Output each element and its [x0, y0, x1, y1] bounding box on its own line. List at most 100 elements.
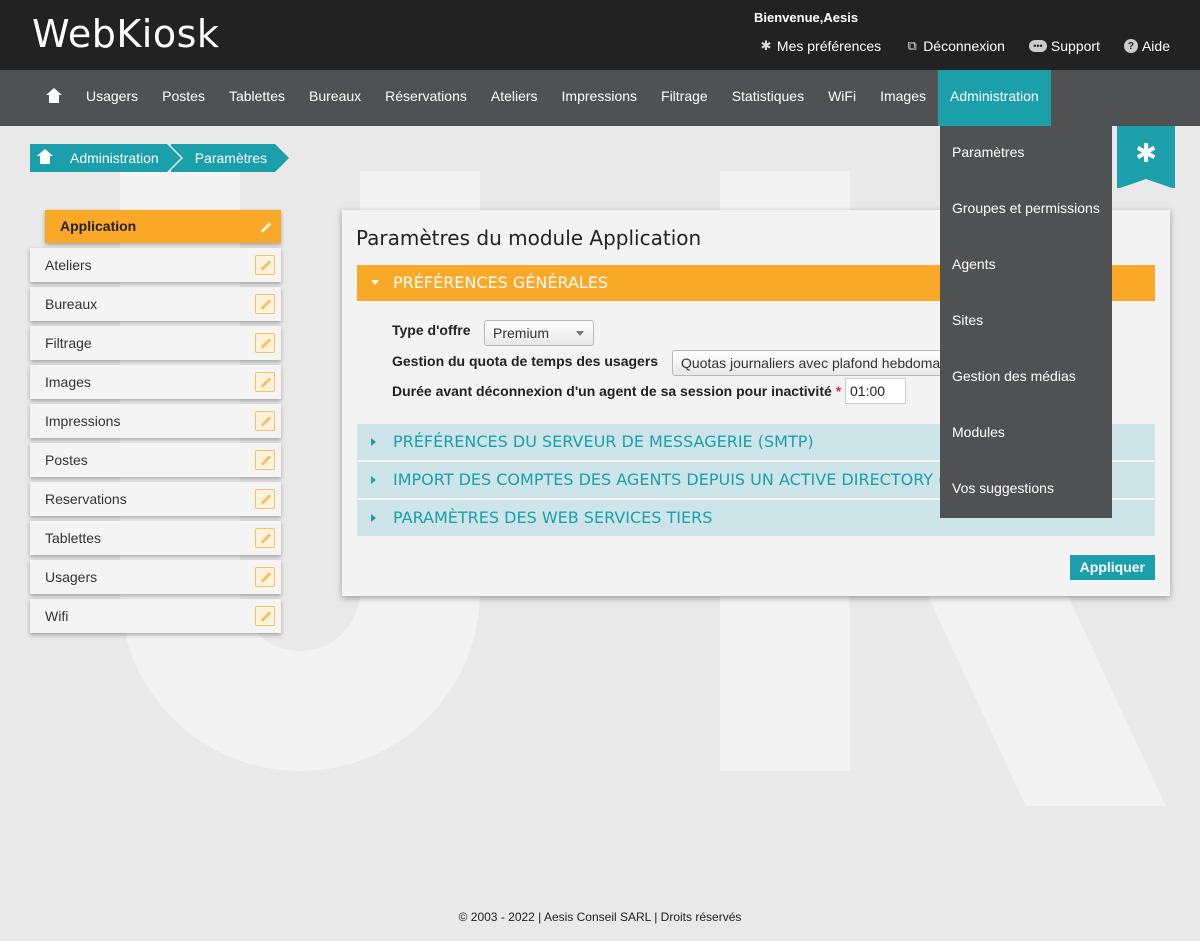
caret-down-icon — [371, 280, 379, 285]
sidebar-item-label: Images — [45, 374, 91, 390]
logo: WebKiosk — [32, 12, 220, 56]
sidebar-item-filtrage[interactable]: Filtrage — [30, 326, 281, 360]
edit-icon[interactable] — [255, 217, 275, 237]
nav-item-postes[interactable]: Postes — [150, 70, 217, 126]
help-link[interactable]: ? Aide — [1123, 38, 1170, 54]
nav-item-reservations[interactable]: Réservations — [373, 70, 479, 126]
quota-label: Gestion du quota de temps des usagers — [392, 353, 659, 369]
inactivity-label: Durée avant déconnexion d'un agent de sa… — [392, 383, 832, 399]
dropdown-item-sites[interactable]: Sites — [940, 294, 1112, 350]
settings-ribbon[interactable]: ✱ — [1117, 126, 1175, 189]
apply-button[interactable]: Appliquer — [1069, 555, 1155, 580]
sidebar-item-label: Postes — [45, 452, 88, 468]
help-circle-icon: ? — [1123, 39, 1138, 53]
offer-type-select[interactable]: Premium — [484, 320, 594, 346]
inactivity-row: Durée avant déconnexion d'un agent de sa… — [392, 383, 841, 399]
gear-icon: ✱ — [1135, 138, 1157, 168]
sidebar-item-bureaux[interactable]: Bureaux — [30, 287, 281, 321]
caret-right-icon — [371, 438, 376, 446]
nav-item-administration[interactable]: Administration — [938, 70, 1051, 126]
nav-item-filtrage[interactable]: Filtrage — [649, 70, 720, 126]
sidebar-item-label: Bureaux — [45, 296, 98, 312]
nav-item-images[interactable]: Images — [868, 70, 938, 126]
sidebar-item-impressions[interactable]: Impressions — [30, 404, 281, 438]
sidebar-item-label: Usagers — [45, 569, 98, 585]
welcome-text: Bienvenue,Aesis — [754, 10, 859, 25]
main-navbar: Usagers Postes Tablettes Bureaux Réserva… — [0, 70, 1200, 126]
sidebar-item-label: Reservations — [45, 491, 127, 507]
sidebar-item-ateliers[interactable]: Ateliers — [30, 248, 281, 282]
nav-item-impressions[interactable]: Impressions — [550, 70, 649, 126]
logout-link[interactable]: ⧉ Déconnexion — [905, 38, 1005, 54]
sidebar-item-wifi[interactable]: Wifi — [30, 599, 281, 633]
edit-icon[interactable] — [255, 411, 275, 431]
dropdown-item-groupes[interactable]: Groupes et permissions — [940, 182, 1112, 238]
sidebar-item-application[interactable]: Application — [45, 210, 281, 243]
sidebar-item-label: Filtrage — [45, 335, 92, 351]
gear-icon: ✱ — [760, 38, 772, 53]
logout-link-label: Déconnexion — [923, 38, 1005, 54]
edit-icon[interactable] — [255, 528, 275, 548]
section-label: PRÉFÉRENCES GÉNÉRALES — [393, 273, 609, 292]
dropdown-item-modules[interactable]: Modules — [940, 406, 1112, 462]
sidebar-item-images[interactable]: Images — [30, 365, 281, 399]
sidebar-item-label: Application — [60, 218, 137, 234]
sidebar-item-postes[interactable]: Postes — [30, 443, 281, 477]
home-icon — [37, 149, 53, 164]
edit-icon[interactable] — [255, 372, 275, 392]
chevron-down-icon — [576, 331, 584, 336]
edit-icon[interactable] — [255, 450, 275, 470]
support-link[interactable]: ••• Support — [1028, 38, 1100, 54]
edit-icon[interactable] — [255, 567, 275, 587]
module-sidebar: Application Ateliers Bureaux Filtrage Im… — [30, 210, 281, 638]
section-label: IMPORT DES COMPTES DES AGENTS DEPUIS UN … — [393, 470, 974, 489]
sidebar-item-usagers[interactable]: Usagers — [30, 560, 281, 594]
sidebar-item-label: Tablettes — [45, 530, 102, 546]
sidebar-item-label: Ateliers — [45, 257, 92, 273]
breadcrumb-administration[interactable]: Administration — [30, 144, 183, 172]
inactivity-input[interactable] — [845, 378, 906, 404]
edit-icon[interactable] — [255, 489, 275, 509]
nav-home[interactable] — [34, 70, 74, 126]
dropdown-item-parametres[interactable]: Paramètres — [940, 126, 1112, 182]
quota-select[interactable]: Quotas journaliers avec plafond hebdomad… — [672, 350, 972, 376]
section-label: PRÉFÉRENCES DU SERVEUR DE MESSAGERIE (SM… — [393, 432, 814, 451]
nav-item-bureaux[interactable]: Bureaux — [297, 70, 373, 126]
footer-copyright: © 2003 - 2022 | Aesis Conseil SARL | Dro… — [458, 910, 742, 924]
required-mark: * — [835, 383, 842, 399]
edit-icon[interactable] — [255, 294, 275, 314]
page-title: Paramètres du module Application — [356, 226, 702, 250]
nav-item-ateliers[interactable]: Ateliers — [479, 70, 550, 126]
dropdown-item-agents[interactable]: Agents — [940, 238, 1112, 294]
sidebar-item-reservations[interactable]: Reservations — [30, 482, 281, 516]
sidebar-item-label: Wifi — [45, 608, 69, 624]
dropdown-item-suggestions[interactable]: Vos suggestions — [940, 462, 1112, 518]
breadcrumb-parametres[interactable]: Paramètres — [170, 144, 290, 172]
edit-icon[interactable] — [255, 255, 275, 275]
offer-type-value: Premium — [493, 325, 550, 341]
caret-right-icon — [371, 514, 376, 522]
preferences-link-label: Mes préférences — [776, 38, 882, 54]
breadcrumb: Administration Paramètres — [30, 144, 290, 172]
sidebar-item-label: Impressions — [45, 413, 121, 429]
dropdown-item-medias[interactable]: Gestion des médias — [940, 350, 1112, 406]
top-header: WebKiosk Bienvenue,Aesis ✱ Mes préférenc… — [0, 0, 1200, 70]
quota-value: Quotas journaliers avec plafond hebdomad… — [681, 355, 972, 371]
edit-icon[interactable] — [255, 333, 275, 353]
caret-right-icon — [371, 476, 376, 484]
administration-dropdown: Paramètres Groupes et permissions Agents… — [940, 126, 1112, 518]
external-link-icon: ⧉ — [907, 38, 917, 53]
offer-type-label: Type d'offre — [392, 322, 471, 338]
section-label: PARAMÈTRES DES WEB SERVICES TIERS — [393, 508, 713, 527]
home-icon — [46, 88, 62, 104]
chat-bubble-icon: ••• — [1028, 40, 1047, 52]
nav-item-statistiques[interactable]: Statistiques — [720, 70, 816, 126]
help-link-label: Aide — [1141, 38, 1170, 54]
preferences-link[interactable]: ✱ Mes préférences — [759, 38, 881, 54]
nav-item-usagers[interactable]: Usagers — [74, 70, 150, 126]
nav-item-tablettes[interactable]: Tablettes — [217, 70, 297, 126]
sidebar-item-tablettes[interactable]: Tablettes — [30, 521, 281, 555]
nav-item-wifi[interactable]: WiFi — [816, 70, 868, 126]
edit-icon[interactable] — [255, 606, 275, 626]
header-links: ✱ Mes préférences ⧉ Déconnexion ••• Supp… — [759, 38, 1170, 54]
